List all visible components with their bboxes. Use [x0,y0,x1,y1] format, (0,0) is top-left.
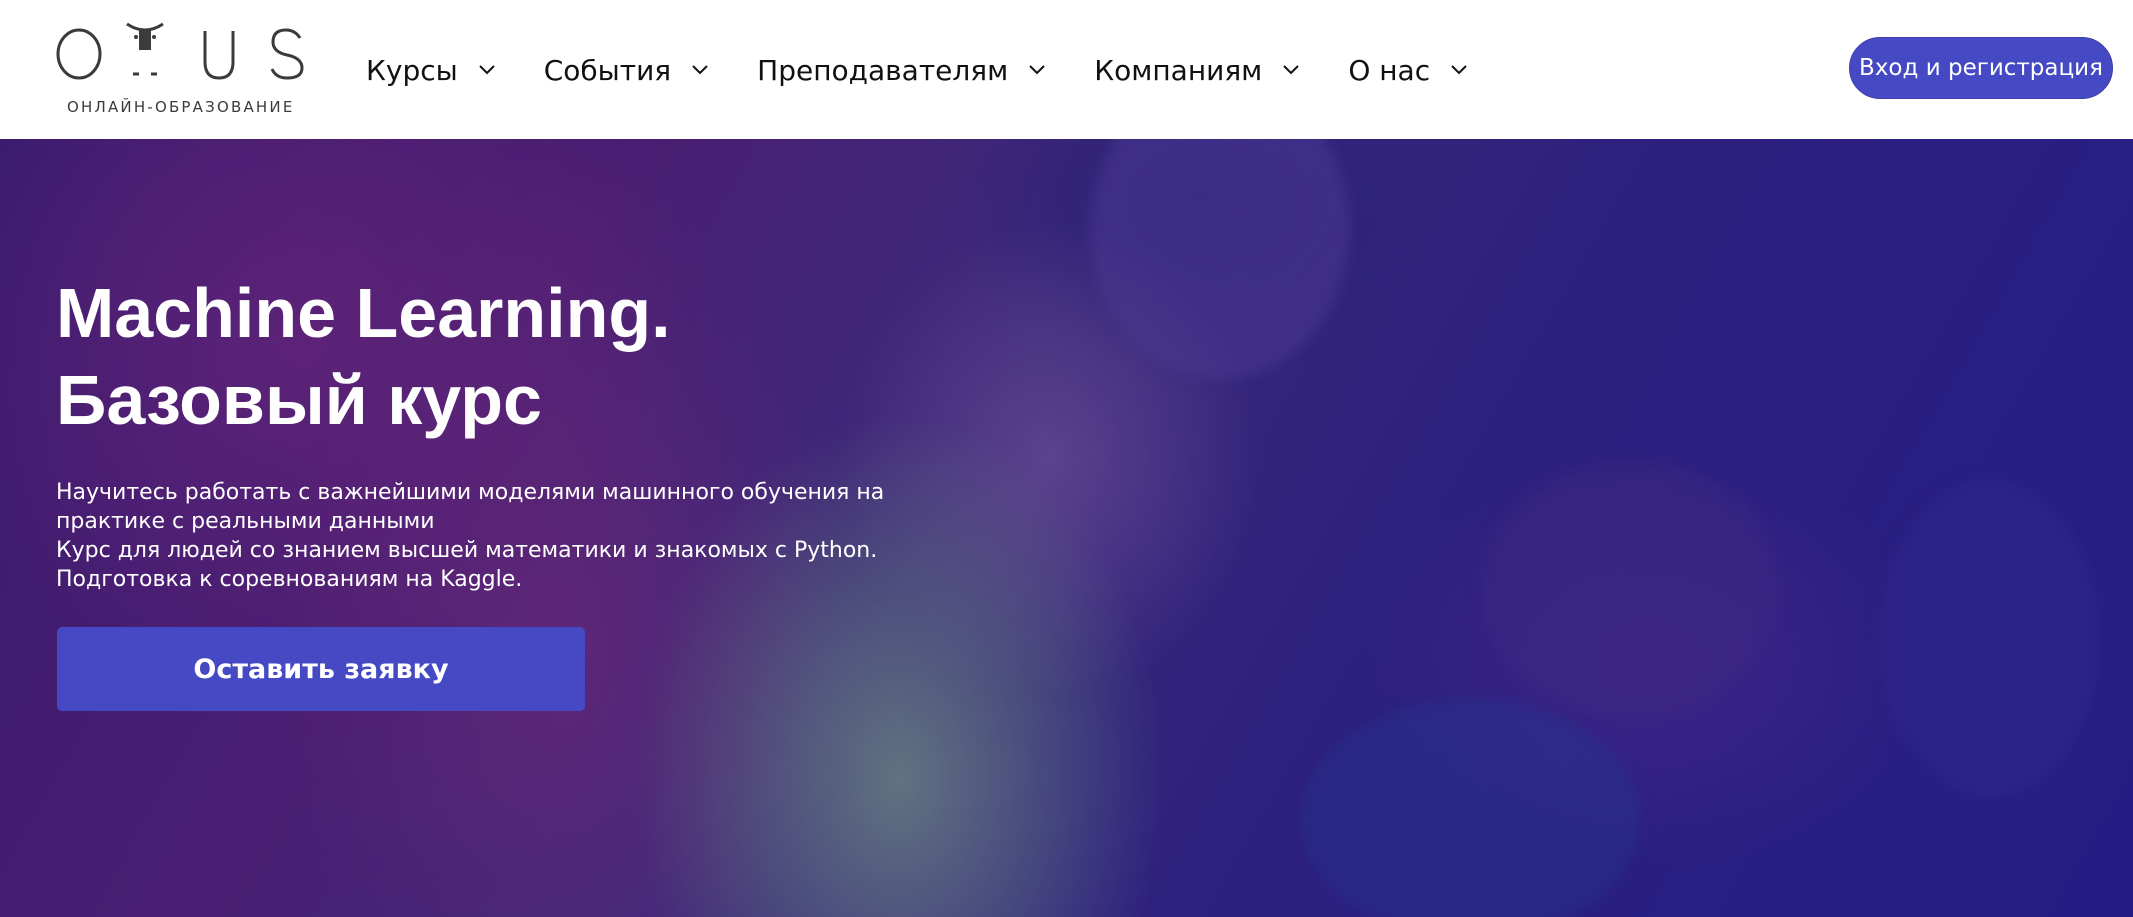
description-line: практике с реальными данными [56,509,435,534]
hero-background-shape [1090,139,1350,379]
course-title: Machine Learning. Базовый курс [56,270,956,444]
nav-item-label: События [543,53,672,87]
nav-item-label: Курсы [366,53,458,87]
nav-item-label: О нас [1348,53,1431,87]
chevron-down-icon [1451,65,1467,75]
nav-item-label: Преподавателям [757,53,1009,87]
site-header: ОНЛАЙН-ОБРАЗОВАНИЕ Курсы События Препода… [0,0,2133,139]
nav-item-label: Компаниям [1094,53,1263,87]
description-line: Подготовка к соревнованиям на Kaggle. [56,567,523,592]
chevron-down-icon [692,65,708,75]
course-title-line: Machine Learning. [56,274,671,352]
nav-item-about[interactable]: О нас [1348,54,1468,87]
course-title-line: Базовый курс [56,361,542,439]
nav-item-companies[interactable]: Компаниям [1094,54,1300,87]
otus-logo[interactable]: ОНЛАЙН-ОБРАЗОВАНИЕ [55,20,315,120]
hero-background-shape [1880,479,2100,799]
main-nav: Курсы События Преподавателям Компаниям О… [366,46,1516,94]
logo-mark [56,22,304,80]
description-line: Курс для людей со знанием высшей математ… [56,538,878,563]
logo-subtitle: ОНЛАЙН-ОБРАЗОВАНИЕ [67,98,295,116]
nav-item-teachers[interactable]: Преподавателям [757,54,1046,87]
hero-background-shape [1300,699,1640,917]
chevron-down-icon [1029,65,1045,75]
chevron-down-icon [479,65,495,75]
nav-item-events[interactable]: События [544,54,709,87]
course-description: Научитесь работать с важнейшими моделями… [56,478,956,594]
hero-banner: Machine Learning. Базовый курс Научитесь… [0,139,2133,917]
description-line: Научитесь работать с важнейшими моделями… [56,480,885,505]
login-register-button[interactable]: Вход и регистрация [1849,37,2113,99]
chevron-down-icon [1283,65,1300,75]
apply-button[interactable]: Оставить заявку [57,627,585,711]
hero-background-shape [1480,459,1780,719]
nav-item-courses[interactable]: Курсы [366,54,496,87]
